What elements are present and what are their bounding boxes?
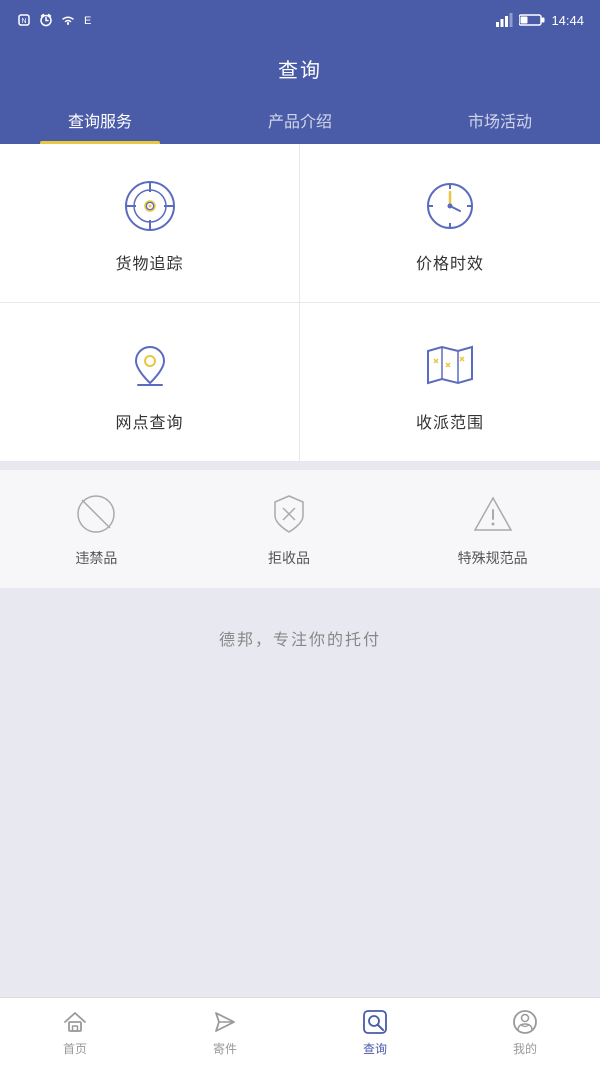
rejected-icon — [265, 490, 313, 538]
price-item[interactable]: 价格时效 — [300, 144, 600, 303]
main-content: 货物追踪 — [0, 144, 600, 997]
status-bar-left: N E — [16, 12, 96, 28]
coverage-icon — [420, 335, 480, 395]
prohibited-item[interactable]: 违禁品 — [72, 490, 120, 568]
nav-mine[interactable]: 我的 — [450, 998, 600, 1067]
query-icon — [361, 1008, 389, 1036]
network-icon — [120, 335, 180, 395]
network-item[interactable]: 网点查询 — [0, 303, 300, 461]
prohibited-label: 违禁品 — [75, 548, 117, 568]
nav-send[interactable]: 寄件 — [150, 998, 300, 1067]
page-title: 查询 — [278, 54, 322, 83]
time-display: 14:44 — [551, 13, 584, 28]
tab-market-activity[interactable]: 市场活动 — [400, 96, 600, 144]
prohibited-icon — [72, 490, 120, 538]
alarm-icon — [38, 12, 54, 28]
nav-send-label: 寄件 — [213, 1040, 237, 1057]
nav-query[interactable]: 查询 — [300, 998, 450, 1067]
price-icon — [420, 176, 480, 236]
special-item[interactable]: 特殊规范品 — [458, 490, 528, 568]
nav-mine-label: 我的 — [513, 1040, 537, 1057]
app-header: 查询 — [0, 40, 600, 96]
nav-home-label: 首页 — [63, 1040, 87, 1057]
rejected-item[interactable]: 拒收品 — [265, 490, 313, 568]
bottom-nav: 首页 寄件 查询 — [0, 997, 600, 1067]
status-bar-right: 14:44 — [495, 13, 584, 28]
mine-icon — [511, 1008, 539, 1036]
svg-text:N: N — [21, 18, 26, 25]
tracking-item[interactable]: 货物追踪 — [0, 144, 300, 303]
tab-query-service[interactable]: 查询服务 — [0, 96, 200, 144]
network-label: 网点查询 — [115, 409, 183, 433]
send-icon — [211, 1008, 239, 1036]
signal-e-icon: E — [82, 12, 96, 28]
info-section: 违禁品 拒收品 — [0, 462, 600, 596]
tracking-label: 货物追踪 — [115, 250, 183, 274]
status-bar: N E — [0, 0, 600, 40]
service-grid: 货物追踪 — [0, 144, 600, 462]
nav-query-label: 查询 — [363, 1040, 387, 1057]
coverage-item[interactable]: 收派范围 — [300, 303, 600, 461]
coverage-label: 收派范围 — [416, 409, 484, 433]
banner-text: 德邦，专注你的托付 — [219, 632, 381, 649]
tracking-icon — [120, 176, 180, 236]
banner-section: 德邦，专注你的托付 — [0, 596, 600, 997]
battery-icon — [519, 13, 545, 27]
price-label: 价格时效 — [416, 250, 484, 274]
nfc-icon: N — [16, 12, 32, 28]
tab-bar: 查询服务 产品介绍 市场活动 — [0, 96, 600, 144]
signal-bars-icon — [495, 13, 513, 27]
nav-home[interactable]: 首页 — [0, 998, 150, 1067]
special-label: 特殊规范品 — [458, 548, 528, 568]
tab-product-intro[interactable]: 产品介绍 — [200, 96, 400, 144]
wifi-icon — [60, 12, 76, 28]
svg-text:E: E — [84, 15, 91, 27]
home-icon — [61, 1008, 89, 1036]
rejected-label: 拒收品 — [268, 548, 310, 568]
special-icon — [469, 490, 517, 538]
